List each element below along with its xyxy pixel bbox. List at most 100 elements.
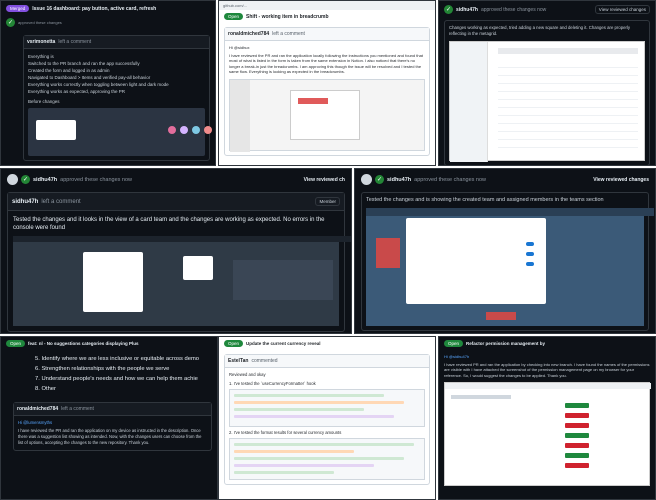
comment-header: sidhu47h left a comment Member xyxy=(8,193,344,211)
mention[interactable]: Hi @sidhu47h xyxy=(444,354,650,360)
avatar[interactable] xyxy=(361,174,372,185)
approve-check-icon: ✓ xyxy=(444,5,453,14)
tile-suggestion-categories: Open feat: nl - No suggestions categorie… xyxy=(0,336,218,500)
screenshot-red-button xyxy=(486,312,516,320)
commenter-name[interactable]: vsrimonetta xyxy=(27,39,55,45)
review-header: ✓ sidhu47h approved these changes now Vi… xyxy=(355,169,655,190)
screenshot-image xyxy=(229,78,425,152)
comment-box: ronaldmiched784 left a comment Hi @lumen… xyxy=(13,402,212,451)
approve-check-icon: ✓ xyxy=(21,175,30,184)
screenshot-image xyxy=(28,108,212,156)
screenshot-image xyxy=(449,41,645,162)
comment-box: vsrimonetta left a comment Everything is… xyxy=(23,35,212,161)
review-author-row: ✓ sidhu47h approved these changes now xyxy=(7,174,132,185)
screenshot-toolbar xyxy=(498,48,638,54)
comment-header: ronaldmiched784 left a comment xyxy=(14,403,211,416)
comment-header-text: commented xyxy=(251,358,278,364)
screenshot-toggle xyxy=(526,252,534,256)
event-row: ✓ approved these changes xyxy=(1,16,215,29)
comment-body: Hi @sidhux I have reviewed the PR and ra… xyxy=(225,41,429,155)
code-block xyxy=(229,389,425,427)
review-text: Tested the changes and it looks in the v… xyxy=(13,217,325,231)
comment-box: EstelTan commented Reviewed and okay 1. … xyxy=(224,354,430,485)
review-author[interactable]: sidhu47h xyxy=(33,177,57,183)
review-comment: Changes working as expected, tried addin… xyxy=(444,20,650,165)
avatar[interactable] xyxy=(7,174,18,185)
commenter-name[interactable]: ronaldmiched784 xyxy=(17,406,58,412)
review-comment: Tested the changes and is showing the cr… xyxy=(361,192,654,331)
code-line xyxy=(234,394,384,397)
comment-header: EstelTan commented xyxy=(225,355,429,368)
comment-body: Tested the changes and it looks in the v… xyxy=(8,211,351,331)
screenshot-panel xyxy=(233,260,333,300)
review-author-row: ✓ sidhu47h approved these changes now xyxy=(361,174,486,185)
view-changes-link[interactable]: View reviewed changes xyxy=(593,177,649,183)
review-text: I have reviewed the PR and ran the appli… xyxy=(18,428,202,445)
survey-options: 5. Identify where we are less inclusive … xyxy=(35,354,212,394)
commenter-name[interactable]: ronaldmiched784 xyxy=(228,31,269,37)
commenter-name[interactable]: EstelTan xyxy=(228,358,248,364)
tile-currency-reveal: Open Update the current currency reveal … xyxy=(218,336,436,500)
screenshot-highlight xyxy=(298,97,328,104)
tile-approved-square: ✓ sidhu47h approved these changes now Vi… xyxy=(438,0,656,166)
screenshot-menu xyxy=(83,252,143,312)
comment-body: Reviewed and okay 1. I've tested the `us… xyxy=(225,368,429,484)
screenshot-sidebar xyxy=(230,79,250,152)
view-changes-button[interactable]: View reviewed changes xyxy=(594,5,650,14)
comment-line: Navigated to Dashboard > Items and verif… xyxy=(28,75,151,80)
screenshot-status xyxy=(565,453,589,458)
comment-line: Everything is xyxy=(28,54,54,59)
screenshot-status xyxy=(565,443,589,448)
review-action: approved these changes now xyxy=(60,176,133,183)
step-text: 1. I've tested the `useCurrencyFormatter… xyxy=(229,381,316,386)
screenshot-image xyxy=(13,236,351,326)
review-text: I have reviewed the PR and ran the appli… xyxy=(229,52,423,75)
screenshot-status xyxy=(565,463,589,468)
pr-title: Update the current currency reveal xyxy=(246,341,321,346)
screenshot-toggle xyxy=(526,262,534,266)
pr-title: feat: nl - No suggestions categories dis… xyxy=(28,341,139,346)
tile-permission-management: Open Refactor permission management by H… xyxy=(438,336,656,500)
code-line xyxy=(234,464,374,467)
review-header: ✓ sidhu47h approved these changes now Vi… xyxy=(1,169,351,190)
screenshot-avatar xyxy=(192,126,200,134)
review-author[interactable]: sidhu47h xyxy=(387,177,411,183)
screenshot-avatar xyxy=(180,126,188,134)
approve-check-icon: ✓ xyxy=(375,175,384,184)
review-author[interactable]: sidhu47h xyxy=(456,7,478,13)
open-badge: Open xyxy=(224,13,244,20)
review-text: I have reviewed PR and ran the applicati… xyxy=(444,361,650,378)
code-line xyxy=(234,408,364,411)
event-text: approved these changes xyxy=(18,20,62,25)
comment-header: vsrimonetta left a comment xyxy=(24,36,209,49)
greeting: Hi @sidhux xyxy=(229,45,250,50)
screenshot-topbar xyxy=(445,383,651,389)
commenter-name[interactable]: sidhu47h xyxy=(12,199,38,205)
comment-header-text: left a comment xyxy=(58,39,92,45)
screenshot-popover xyxy=(183,256,213,280)
tile-teams-section: ✓ sidhu47h approved these changes now Vi… xyxy=(354,168,656,334)
list-item: 5. Identify where we are less inclusive … xyxy=(35,356,200,362)
approve-check-icon: ✓ xyxy=(6,18,15,27)
code-line xyxy=(234,471,334,474)
code-line xyxy=(234,415,394,418)
list-item: 6. Strengthen relationships with the peo… xyxy=(35,366,170,372)
before-label: Before changes xyxy=(28,99,60,104)
comment-header-text: left a comment xyxy=(41,198,81,205)
comment-line: Switched to the PR branch and ran the ap… xyxy=(28,61,140,66)
mention[interactable]: Hi @lumensmyths xyxy=(18,420,207,426)
review-action: approved these changes now xyxy=(414,176,487,183)
code-line xyxy=(234,401,404,404)
comment-body: Hi @sidhu47h I have reviewed PR and ran … xyxy=(444,354,651,486)
address-bar[interactable]: github.com/... xyxy=(219,1,435,10)
review-header: ✓ sidhu47h approved these changes now Vi… xyxy=(439,1,655,18)
view-changes-link[interactable]: View reviewed ch xyxy=(304,177,345,183)
comment-line: Created the form and logged in as admin xyxy=(28,68,110,73)
comment-box: sidhu47h left a comment Member Tested th… xyxy=(7,192,351,332)
screenshot-card xyxy=(36,120,76,140)
review-author-row: ✓ sidhu47h approved these changes now xyxy=(444,5,546,14)
comment-body: Hi @lumensmyths I have reviewed the PR a… xyxy=(14,416,211,450)
screenshot-grid xyxy=(498,60,638,152)
screenshot-topbar xyxy=(13,236,351,242)
comment-author-row: sidhu47h left a comment xyxy=(12,199,81,205)
